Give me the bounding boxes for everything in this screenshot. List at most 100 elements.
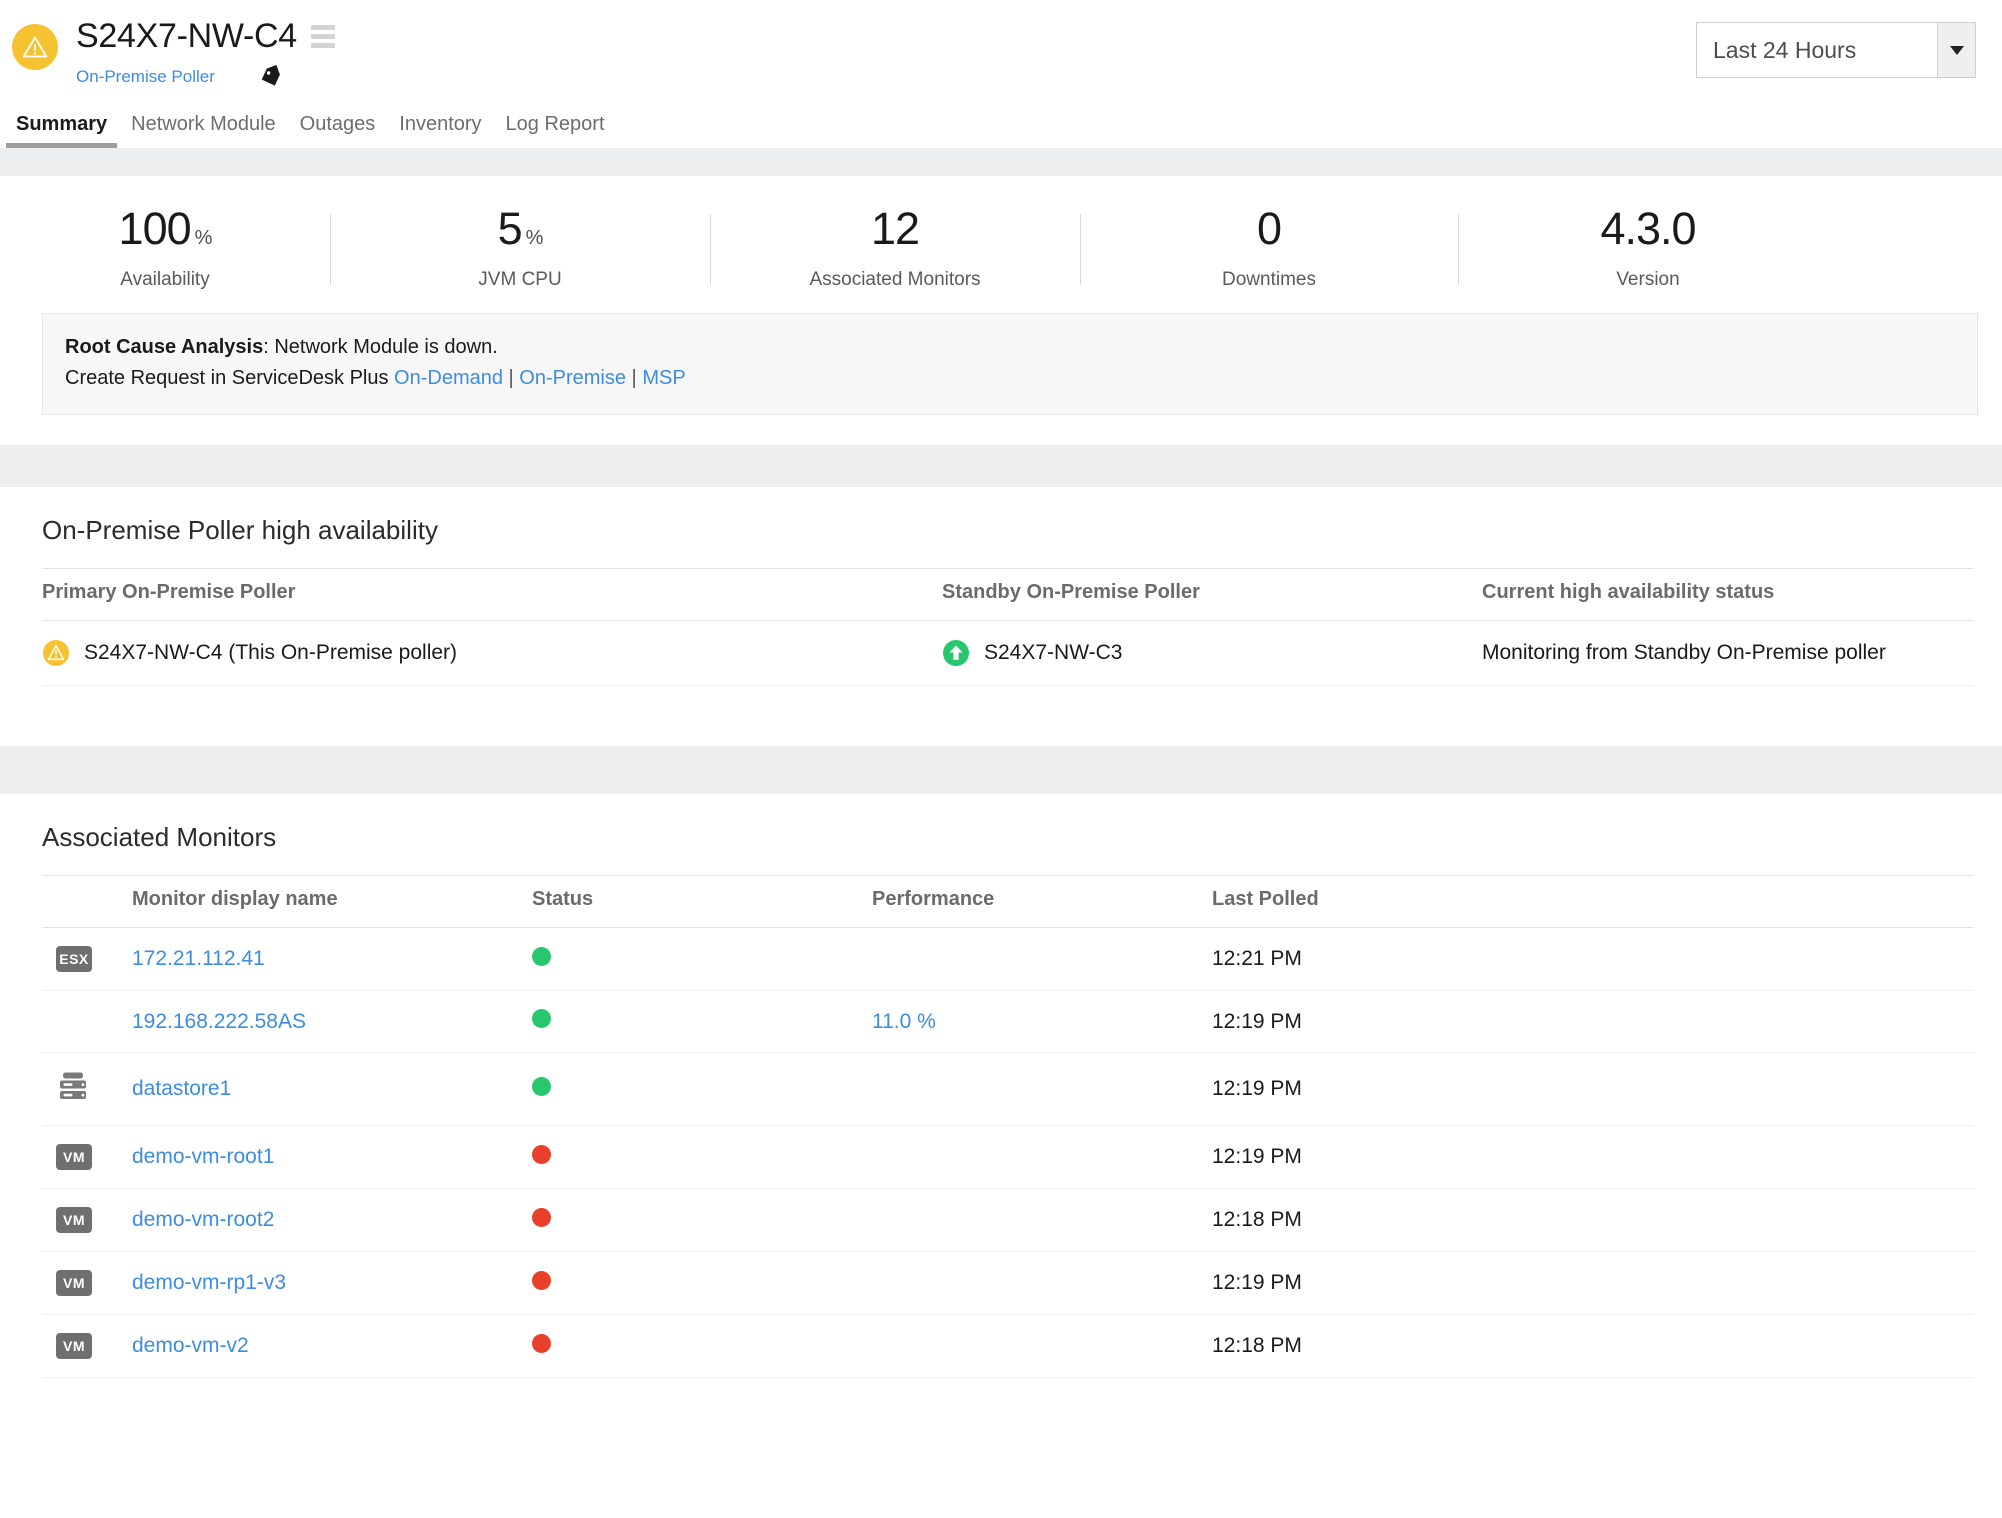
root-cause-analysis-box: Root Cause Analysis: Network Module is d… [42, 313, 1978, 415]
monitor-name-cell: demo-vm-rp1-v3 [132, 1252, 532, 1315]
kpi-row: 100% Availability 5% JVM CPU 12 Associat… [0, 176, 2002, 313]
ha-table-row: S24X7-NW-C4 (This On-Premise poller) S24… [42, 621, 1974, 686]
ha-table-header-row: Primary On-Premise Poller Standby On-Pre… [42, 569, 1974, 621]
table-row[interactable]: 192.168.222.58AS 11.0 % 12:19 PM [42, 991, 1974, 1053]
tag-icon[interactable] [259, 65, 283, 89]
table-row[interactable]: VM demo-vm-rp1-v3 12:19 PM [42, 1252, 1974, 1315]
monitor-link[interactable]: demo-vm-v2 [132, 1334, 249, 1357]
monitor-link[interactable]: demo-vm-root2 [132, 1208, 274, 1231]
associated-monitors-section: Associated Monitors Monitor display name… [0, 794, 2002, 1378]
monitor-name-cell: datastore1 [132, 1053, 532, 1126]
kpi-version-value: 4.3.0 [1600, 203, 1695, 254]
monitors-col-performance: Performance [872, 876, 1212, 928]
monitor-status-cell [532, 928, 872, 991]
vm-badge-icon: VM [56, 1207, 92, 1233]
breadcrumb-on-premise-poller[interactable]: On-Premise Poller [76, 67, 215, 87]
monitor-performance-cell [872, 1053, 1212, 1126]
tab-network-module[interactable]: Network Module [119, 113, 288, 148]
high-availability-section: On-Premise Poller high availability Prim… [0, 487, 2002, 746]
ha-table: Primary On-Premise Poller Standby On-Pre… [42, 568, 1974, 686]
tab-log-report[interactable]: Log Report [494, 113, 617, 148]
monitor-link[interactable]: datastore1 [132, 1077, 231, 1100]
rca-link-on-demand[interactable]: On-Demand [394, 367, 503, 389]
rca-link-msp[interactable]: MSP [642, 367, 685, 389]
page-title: S24X7-NW-C4 [76, 18, 297, 55]
performance-link[interactable]: 11.0 % [872, 1010, 936, 1033]
monitor-last-polled-cell: 12:18 PM [1212, 1189, 1974, 1252]
monitor-name-cell: 172.21.112.41 [132, 928, 532, 991]
rca-second-line: Create Request in ServiceDesk Plus On-De… [65, 363, 1955, 394]
table-row[interactable]: VM demo-vm-v2 12:18 PM [42, 1315, 1974, 1378]
ha-section-title: On-Premise Poller high availability [42, 515, 1974, 546]
monitor-name-cell: 192.168.222.58AS [132, 991, 532, 1053]
table-row[interactable]: VM demo-vm-root2 12:18 PM [42, 1189, 1974, 1252]
monitor-performance-cell [872, 1126, 1212, 1189]
table-row[interactable]: datastore1 12:19 PM [42, 1053, 1974, 1126]
monitor-status-cell [532, 1053, 872, 1126]
monitors-col-icon [42, 876, 132, 928]
rca-request-prefix: Create Request in ServiceDesk Plus [65, 367, 394, 389]
ha-standby-label: S24X7-NW-C3 [984, 641, 1123, 665]
tab-summary[interactable]: Summary [4, 113, 119, 148]
kpi-version-label: Version [1468, 269, 1828, 291]
monitor-last-polled-cell: 12:19 PM [1212, 991, 1974, 1053]
hamburger-menu-icon[interactable] [311, 25, 335, 48]
vm-badge-icon: VM [56, 1270, 92, 1296]
monitor-last-polled-cell: 12:19 PM [1212, 1053, 1974, 1126]
table-row[interactable]: VM demo-vm-root1 12:19 PM [42, 1126, 1974, 1189]
status-dot-up-icon [532, 947, 551, 966]
ha-standby-cell: S24X7-NW-C3 [942, 621, 1482, 686]
esx-badge-icon: ESX [56, 946, 92, 972]
rca-sep-2: | [626, 367, 642, 389]
monitor-type-icon-cell: VM [42, 1252, 132, 1315]
monitor-performance-cell: 11.0 % [872, 991, 1212, 1053]
tab-outages[interactable]: Outages [288, 113, 388, 148]
vm-badge-icon: VM [56, 1144, 92, 1170]
status-dot-up-icon [532, 1077, 551, 1096]
ha-primary-label: S24X7-NW-C4 (This On-Premise poller) [84, 641, 457, 665]
rca-link-on-premise[interactable]: On-Premise [519, 367, 626, 389]
monitors-col-last-polled: Last Polled [1212, 876, 1974, 928]
section-divider-top [0, 148, 2002, 176]
rca-label: Root Cause Analysis [65, 336, 263, 358]
kpi-jvm-cpu: 5% JVM CPU [330, 206, 710, 291]
datastore-icon [56, 1071, 90, 1101]
ha-col-standby: Standby On-Premise Poller [942, 569, 1482, 621]
kpi-downtimes-value: 0 [1257, 203, 1281, 254]
kpi-jvm-cpu-label: JVM CPU [340, 269, 700, 291]
table-row[interactable]: ESX 172.21.112.41 12:21 PM [42, 928, 1974, 991]
kpi-associated-monitors-value: 12 [871, 203, 919, 254]
rca-sep-1: | [503, 367, 519, 389]
tab-inventory[interactable]: Inventory [387, 113, 493, 148]
monitors-col-status: Status [532, 876, 872, 928]
monitor-link[interactable]: 172.21.112.41 [132, 947, 265, 970]
kpi-availability-value: 100 [119, 203, 191, 254]
monitors-table: Monitor display name Status Performance … [42, 875, 1974, 1378]
kpi-associated-monitors-label: Associated Monitors [720, 269, 1070, 291]
monitor-name-cell: demo-vm-root2 [132, 1189, 532, 1252]
status-dot-up-icon [532, 1009, 551, 1028]
section-divider-mid2 [0, 746, 2002, 794]
monitor-last-polled-cell: 12:19 PM [1212, 1126, 1974, 1189]
monitor-link[interactable]: demo-vm-root1 [132, 1145, 274, 1168]
rca-first-line: Root Cause Analysis: Network Module is d… [65, 332, 1955, 363]
monitor-link[interactable]: 192.168.222.58AS [132, 1010, 306, 1033]
vm-badge-icon: VM [56, 1333, 92, 1359]
monitor-status-cell [532, 1315, 872, 1378]
monitors-table-body: ESX 172.21.112.41 12:21 PM 192.168.222.5… [42, 928, 1974, 1378]
arrow-up-circle-icon [942, 639, 970, 667]
kpi-jvm-cpu-value: 5 [498, 203, 522, 254]
monitor-last-polled-cell: 12:18 PM [1212, 1315, 1974, 1378]
chevron-down-icon[interactable] [1937, 23, 1975, 77]
monitor-link[interactable]: demo-vm-rp1-v3 [132, 1271, 286, 1294]
kpi-version: 4.3.0 Version [1458, 206, 1838, 291]
section-divider-mid [0, 445, 2002, 487]
status-dot-down-icon [532, 1334, 551, 1353]
monitor-type-icon-cell: VM [42, 1315, 132, 1378]
status-dot-down-icon [532, 1271, 551, 1290]
warning-triangle-icon [12, 24, 58, 70]
summary-card: 100% Availability 5% JVM CPU 12 Associat… [0, 176, 2002, 415]
timerange-select[interactable]: Last 24 Hours [1696, 22, 1976, 78]
monitor-status-cell [532, 1252, 872, 1315]
monitor-last-polled-cell: 12:21 PM [1212, 928, 1974, 991]
